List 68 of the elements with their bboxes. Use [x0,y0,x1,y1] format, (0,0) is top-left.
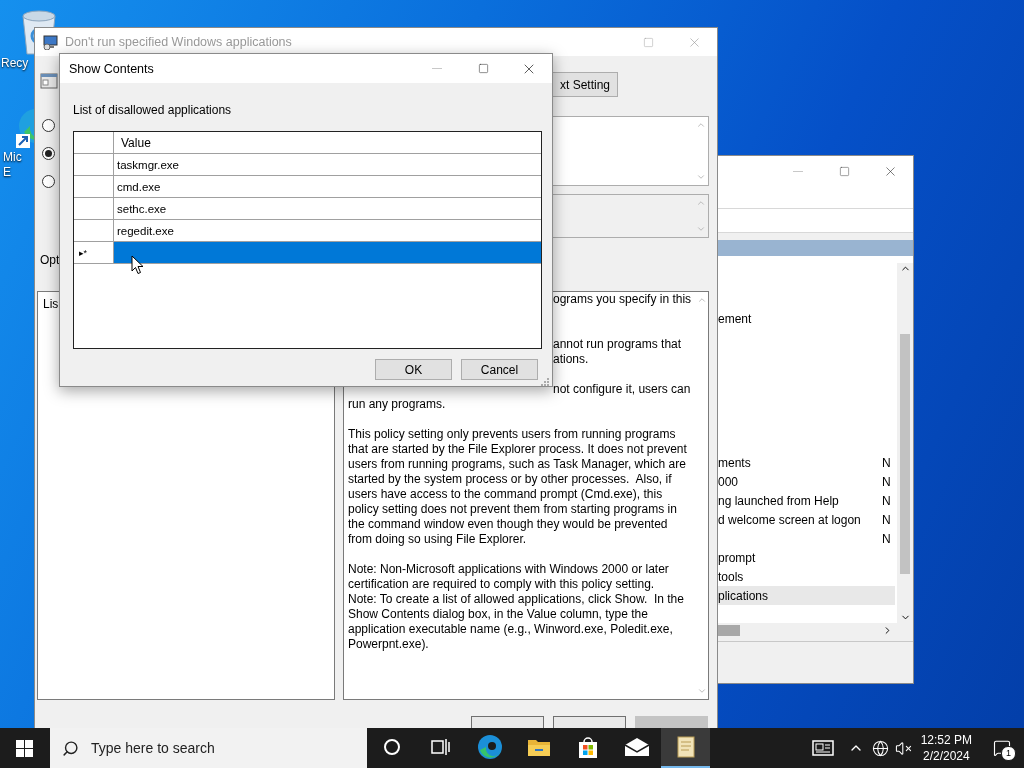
selected-row[interactable]: plications [718,586,895,605]
scroll-thumb[interactable] [900,334,910,574]
new-row-marker: ▸* [79,247,88,258]
notification-badge: 1 [1001,746,1016,761]
scroll-thumb[interactable] [718,625,740,636]
help-text: annot run programs that [553,337,682,352]
help-text: ations. [553,352,589,367]
help-paragraph: Note: To create a list of allowed applications, click Show. In the Show Contents dialog box, in the Value column, type the application executable name (e.g., Winword.exe, Poledit.exe, Powerpnt.exe). [348,592,685,652]
edge-icon [476,734,503,760]
folder-icon [526,737,551,757]
circle-icon [382,738,401,756]
search-icon [62,739,79,757]
dialog-button[interactable] [471,716,544,728]
desktop-icon-label: Recy [0,56,29,71]
tree-item[interactable]: ement [718,310,897,329]
setting-name[interactable]: d welcome screen at logon [718,512,882,527]
vertical-scrollbar[interactable] [897,263,913,623]
scroll-icon [674,735,697,759]
desktop-icon-label: E [2,165,11,180]
mouse-pointer-icon [131,255,144,275]
setting-name[interactable]: prompt [718,550,882,565]
radio-button[interactable] [42,147,55,160]
minimize-icon [793,170,803,172]
dialog-button[interactable] [553,716,626,728]
radio-button[interactable] [42,119,55,132]
windows-logo-icon [15,739,33,757]
globe-icon[interactable] [871,739,889,757]
ok-button[interactable]: OK [375,359,452,380]
help-paragraph: This policy setting only prevents users from running programs that are started by the File Explorer process. It does not prevent users from running programs, such as Task Manager, which are started by the system process or by other processes. Also, if users have access to the command prompt (Cmd.exe), this policy setting does not prevent them from starting programs in the command window even though they would be prevented from doing so using File Explorer. [348,427,688,547]
setting-name[interactable]: ng launched from Help [718,493,882,508]
new-row-cell[interactable] [114,242,541,264]
row-header-cell [74,132,114,154]
state-cell: N [882,493,891,508]
list-label: List of disallowed applications [73,103,233,118]
message-icon [993,739,1011,757]
setting-name[interactable]: ments [718,455,882,470]
task-view-icon [430,738,451,756]
search-field[interactable]: Type here to search [50,728,367,768]
state-cell: N [882,531,891,546]
clock[interactable]: 12:52 PM 2/2/2024 [914,732,980,764]
setting-name[interactable]: plications [718,588,882,603]
maximize-icon [642,36,654,48]
options-label: Opt [40,253,60,267]
help-text: not configure it, users can [553,382,691,397]
resize-grip-icon [541,378,549,386]
help-text: ograms you specify in this [553,292,692,307]
envelope-icon [623,737,650,757]
dialog-title: Show Contents [69,61,154,76]
help-paragraph: run any programs. [348,397,447,412]
computer-icon [43,34,59,50]
setting-name[interactable]: tools [718,569,882,584]
help-paragraph: Note: Non-Microsoft applications with Windows 2000 or later certification are required to comply with this policy setting. [348,562,670,592]
options-text: Lis [43,297,59,311]
radio-button[interactable] [42,175,55,188]
maximize-icon [838,165,850,177]
news-icon[interactable] [811,740,834,756]
state-cell: N [882,512,891,527]
maximize-icon [477,63,489,74]
state-cell: N [882,474,891,489]
notification-button[interactable]: 1 [980,728,1024,768]
desktop-icon-label: Mic [2,150,22,165]
volume-muted-icon[interactable] [894,739,912,757]
taskbar-app-button[interactable] [661,728,710,768]
window-title: Don't run specified Windows applications [65,35,292,49]
minimize-icon [432,68,442,69]
state-cell: N [882,455,891,470]
cancel-button[interactable]: Cancel [461,359,538,380]
setting-name[interactable]: 000 [718,474,882,489]
